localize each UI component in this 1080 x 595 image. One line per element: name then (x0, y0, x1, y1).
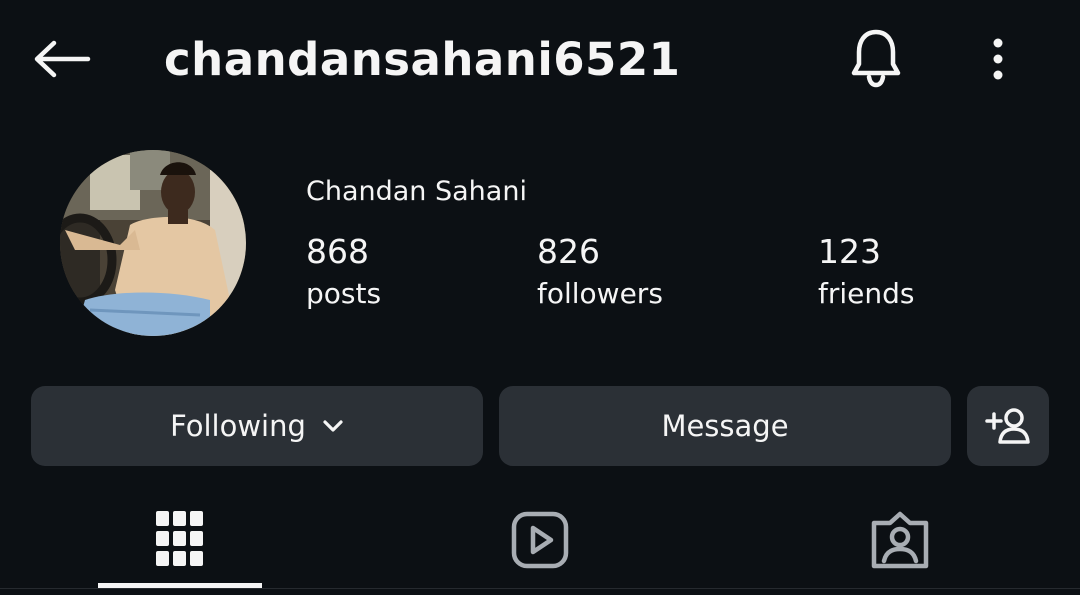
more-vertical-icon (993, 38, 1003, 80)
back-arrow-icon (34, 40, 91, 78)
friends-label: friends (818, 277, 915, 310)
message-label: Message (661, 409, 789, 443)
followers-count: 826 (537, 232, 600, 271)
posts-count: 868 (306, 232, 369, 271)
add-person-icon (985, 408, 1030, 444)
tab-reels[interactable] (458, 490, 622, 590)
followers-stat[interactable]: 826 followers (537, 232, 663, 316)
notifications-button[interactable] (844, 26, 908, 90)
tab-divider (0, 588, 1080, 589)
following-button[interactable]: Following (31, 386, 483, 466)
friends-stat[interactable]: 123 friends (818, 232, 914, 316)
profile-display-name: Chandan Sahani (306, 176, 527, 207)
tab-posts-grid[interactable] (98, 490, 262, 590)
avatar-photo (60, 150, 246, 336)
add-friend-button[interactable] (967, 386, 1049, 466)
more-options-button[interactable] (978, 32, 1018, 86)
bell-icon (851, 29, 901, 88)
profile-avatar[interactable] (60, 150, 246, 336)
friends-count: 123 (818, 232, 881, 271)
reels-icon (511, 511, 569, 569)
grid-icon (156, 511, 203, 566)
tab-tagged[interactable] (818, 490, 982, 590)
posts-stat[interactable]: 868 posts (306, 232, 381, 316)
tagged-icon (871, 511, 929, 569)
following-label: Following (170, 409, 306, 443)
profile-username: chandansahani6521 (164, 33, 681, 86)
back-button[interactable] (30, 35, 94, 83)
chevron-down-icon (322, 419, 344, 433)
message-button[interactable]: Message (499, 386, 951, 466)
posts-label: posts (306, 277, 382, 310)
followers-label: followers (537, 277, 663, 310)
